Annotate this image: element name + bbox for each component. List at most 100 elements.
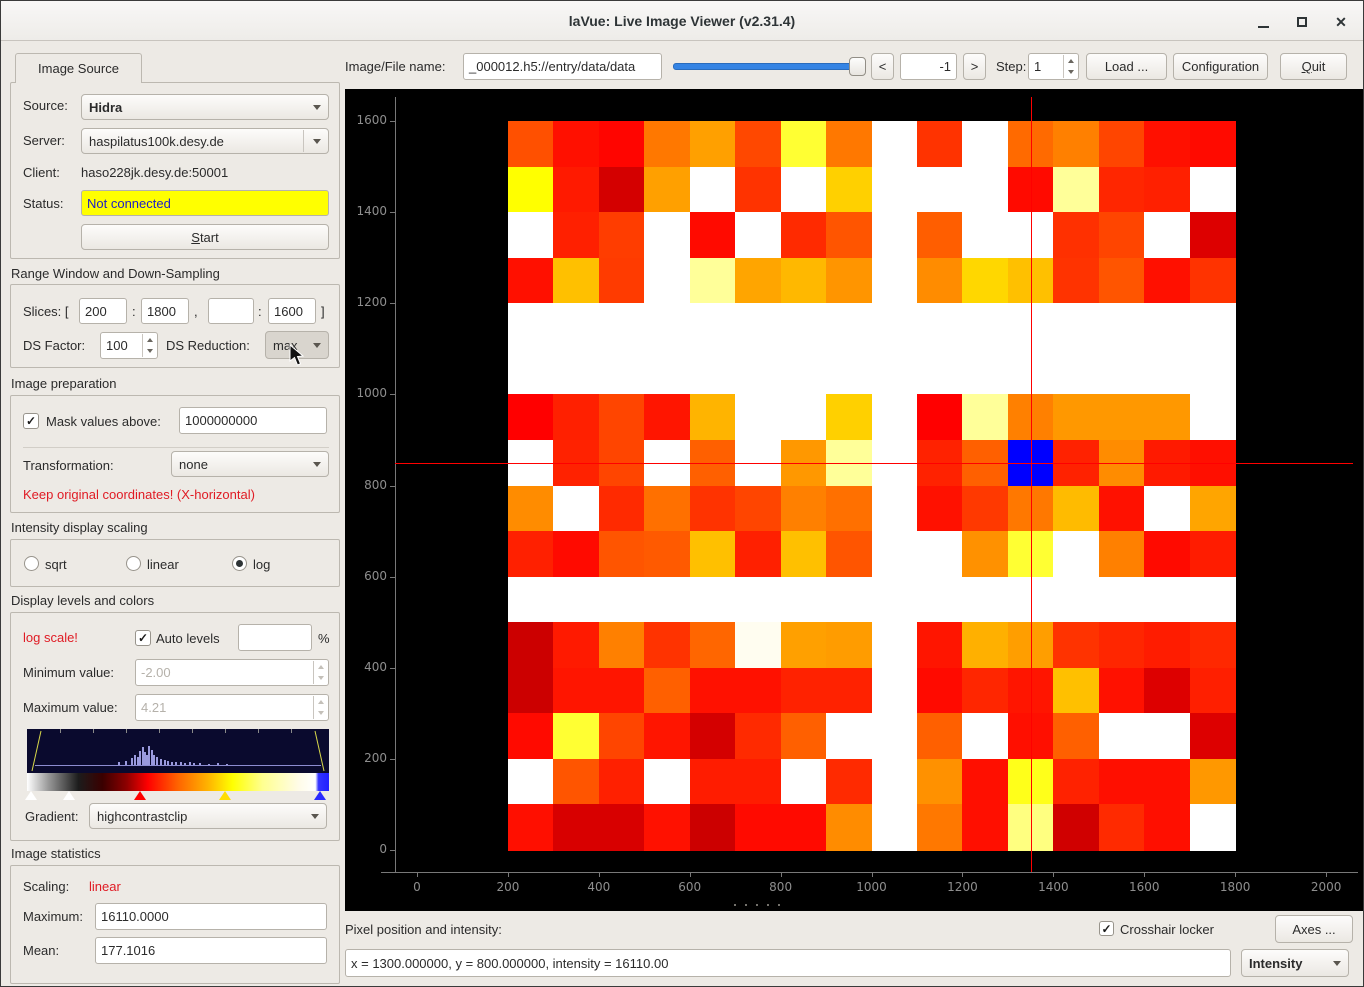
histogram-range-handles[interactable] bbox=[27, 729, 329, 773]
x-tick-label: 1200 bbox=[942, 880, 982, 894]
max-value-input[interactable]: 4.21 bbox=[135, 694, 329, 721]
levels-histogram[interactable] bbox=[27, 729, 329, 802]
auto-percent-input[interactable] bbox=[238, 624, 312, 651]
heatmap-cell bbox=[1190, 167, 1236, 213]
maximize-icon[interactable] bbox=[1289, 9, 1315, 35]
gradient-marker[interactable] bbox=[63, 791, 75, 800]
gradient-marker[interactable] bbox=[219, 791, 231, 800]
heatmap-cell bbox=[826, 668, 872, 714]
max-value-label: Maximum value: bbox=[23, 700, 118, 716]
gradient-bar[interactable] bbox=[27, 773, 329, 791]
x-axis-tick bbox=[690, 873, 691, 877]
spin-down-icon[interactable] bbox=[1068, 70, 1074, 74]
y-axis-tick bbox=[390, 668, 395, 669]
tab-image-source[interactable]: Image Source bbox=[15, 53, 142, 83]
spin-up-icon[interactable] bbox=[1068, 59, 1074, 63]
slice-x2-input[interactable]: 1800 bbox=[141, 298, 189, 324]
slice-y2-input[interactable]: 1600 bbox=[268, 298, 316, 324]
heatmap-cell bbox=[1053, 531, 1099, 577]
quit-button[interactable]: Quit bbox=[1280, 53, 1347, 80]
spinner[interactable] bbox=[142, 334, 156, 357]
heatmap-cell bbox=[781, 121, 827, 167]
heatmap-cell bbox=[917, 349, 963, 395]
slice-y1-input[interactable] bbox=[208, 298, 254, 324]
spinner[interactable] bbox=[1063, 55, 1077, 78]
next-frame-button[interactable]: > bbox=[963, 53, 986, 80]
frame-slider[interactable] bbox=[673, 63, 866, 70]
spin-down-icon[interactable] bbox=[147, 349, 153, 353]
gradient-marker[interactable] bbox=[314, 791, 326, 800]
heatmap-cell bbox=[962, 804, 1008, 850]
step-input[interactable]: 1 bbox=[1028, 53, 1079, 80]
heatmap-cell bbox=[553, 486, 599, 532]
heatmap-cell bbox=[644, 622, 690, 668]
y-axis-tick bbox=[390, 212, 395, 213]
heatmap-cell bbox=[735, 303, 781, 349]
close-icon[interactable]: ✕ bbox=[1328, 9, 1354, 35]
heatmap-cell bbox=[553, 212, 599, 258]
server-select[interactable]: haspilatus100k.desy.de bbox=[81, 128, 329, 154]
start-button[interactable]: Start bbox=[81, 224, 329, 250]
heatmap-cell bbox=[508, 622, 554, 668]
y-axis-tick bbox=[390, 577, 395, 578]
load-button[interactable]: Load ... bbox=[1086, 53, 1167, 80]
heatmap-cell bbox=[690, 349, 736, 395]
heatmap-cell bbox=[1144, 212, 1190, 258]
auto-levels-checkbox[interactable]: ✓ bbox=[135, 630, 151, 646]
configuration-button[interactable]: Configuration bbox=[1173, 53, 1268, 80]
crosshair-vline[interactable] bbox=[1031, 97, 1032, 872]
heatmap-cell bbox=[1144, 258, 1190, 304]
display-mode-select[interactable]: Intensity bbox=[1241, 949, 1349, 977]
source-select[interactable]: Hidra bbox=[81, 94, 329, 120]
image-plot-canvas[interactable]: 0200400600800100012001400160018002000020… bbox=[345, 89, 1364, 911]
splitter-handle[interactable] bbox=[734, 904, 784, 908]
chevron-down-icon bbox=[313, 139, 321, 144]
heatmap-cell bbox=[508, 121, 554, 167]
prev-frame-button[interactable]: < bbox=[871, 53, 894, 80]
crosshair-hline[interactable] bbox=[395, 463, 1353, 464]
heatmap-cell bbox=[1053, 121, 1099, 167]
radio-log[interactable] bbox=[232, 556, 247, 571]
frame-number-input[interactable]: -1 bbox=[900, 53, 957, 80]
slice-x1-input[interactable]: 200 bbox=[79, 298, 127, 324]
crosshair-locker-checkbox[interactable]: ✓ bbox=[1099, 921, 1114, 936]
heatmap-cell bbox=[781, 394, 827, 440]
heatmap-cell bbox=[872, 577, 918, 623]
x-tick-label: 2000 bbox=[1306, 880, 1346, 894]
radio-sqrt[interactable] bbox=[24, 556, 39, 571]
chevron-down-icon bbox=[311, 814, 319, 819]
heatmap-cell bbox=[1190, 759, 1236, 805]
frame-slider-handle[interactable] bbox=[849, 57, 866, 76]
heatmap-cell bbox=[553, 349, 599, 395]
radio-linear[interactable] bbox=[126, 556, 141, 571]
heatmap-cell bbox=[826, 303, 872, 349]
heatmap-cell bbox=[644, 303, 690, 349]
pixel-position-value: x = 1300.000000, y = 800.000000, intensi… bbox=[345, 949, 1231, 977]
heatmap-cell bbox=[599, 394, 645, 440]
heatmap-cell bbox=[826, 258, 872, 304]
heatmap-cell bbox=[872, 167, 918, 213]
axes-button[interactable]: Axes ... bbox=[1275, 915, 1353, 943]
y-tick-label: 1000 bbox=[345, 386, 387, 400]
heatmap-cell bbox=[508, 668, 554, 714]
gradient-marker[interactable] bbox=[25, 791, 37, 800]
radio-log-label: log bbox=[253, 557, 270, 573]
spin-up-icon[interactable] bbox=[147, 338, 153, 342]
ds-factor-input[interactable]: 100 bbox=[100, 332, 158, 359]
heatmap-cell bbox=[781, 258, 827, 304]
transformation-select[interactable]: none bbox=[171, 451, 329, 477]
heatmap-cell bbox=[826, 212, 872, 258]
heatmap-cell bbox=[872, 804, 918, 850]
x-tick-label: 600 bbox=[670, 880, 710, 894]
stats-scaling-label: Scaling: bbox=[23, 879, 69, 895]
min-value-input[interactable]: -2.00 bbox=[135, 659, 329, 686]
gradient-marker[interactable] bbox=[134, 791, 146, 800]
minimize-icon[interactable] bbox=[1250, 9, 1276, 35]
spinner bbox=[313, 696, 327, 719]
heatmap-cell bbox=[735, 258, 781, 304]
mask-checkbox[interactable]: ✓ bbox=[23, 413, 39, 429]
gradient-select[interactable]: highcontrastclip bbox=[89, 803, 327, 829]
file-name-input[interactable]: _000012.h5://entry/data/data bbox=[463, 53, 662, 80]
mask-value-input[interactable]: 1000000000 bbox=[179, 407, 327, 434]
heatmap-cell bbox=[917, 622, 963, 668]
